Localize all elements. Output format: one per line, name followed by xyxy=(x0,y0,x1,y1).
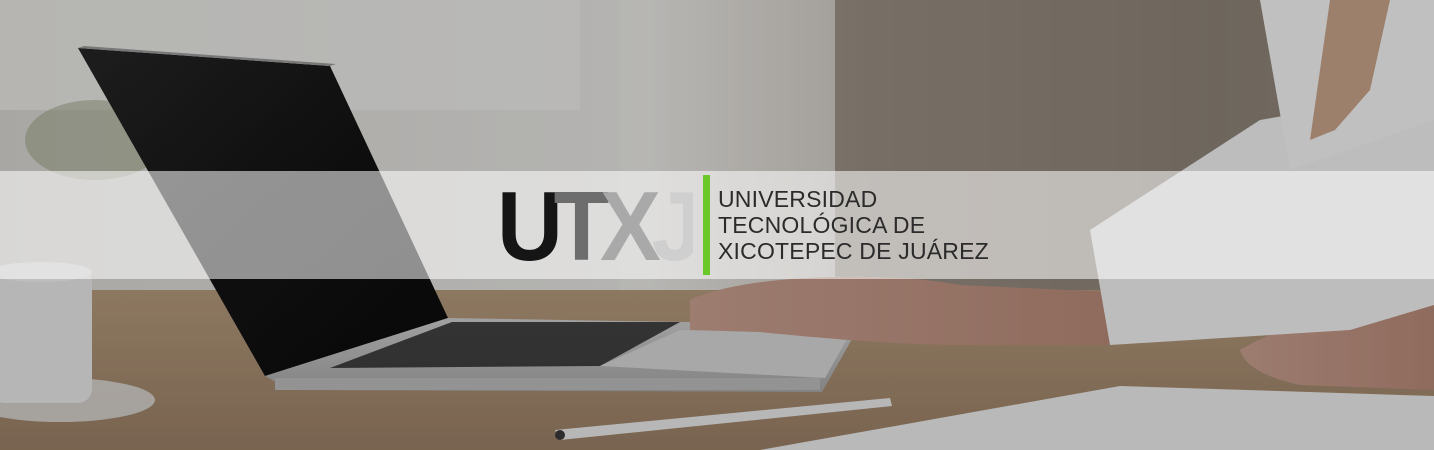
letter-j: J xyxy=(652,186,693,264)
university-name-line-1: UNIVERSIDAD xyxy=(718,186,878,212)
monogram-graphic: UTXJ xyxy=(497,186,693,264)
letter-u: U xyxy=(497,186,558,264)
hero-banner: UTXJ UNIVERSIDAD TECNOLÓGICA DE XICOTEPE… xyxy=(0,0,1434,450)
logo-divider xyxy=(703,175,710,275)
university-name: UNIVERSIDAD TECNOLÓGICA DE XICOTEPEC DE … xyxy=(718,186,989,264)
university-name-line-3: XICOTEPEC DE JUÁREZ xyxy=(718,238,989,264)
utxj-logo[interactable]: UTXJ UNIVERSIDAD TECNOLÓGICA DE XICOTEPE… xyxy=(497,171,989,279)
university-name-line-2: TECNOLÓGICA DE xyxy=(718,212,926,238)
monogram-text: UTXJ xyxy=(497,186,693,264)
utxj-monogram: UTXJ xyxy=(497,186,693,264)
